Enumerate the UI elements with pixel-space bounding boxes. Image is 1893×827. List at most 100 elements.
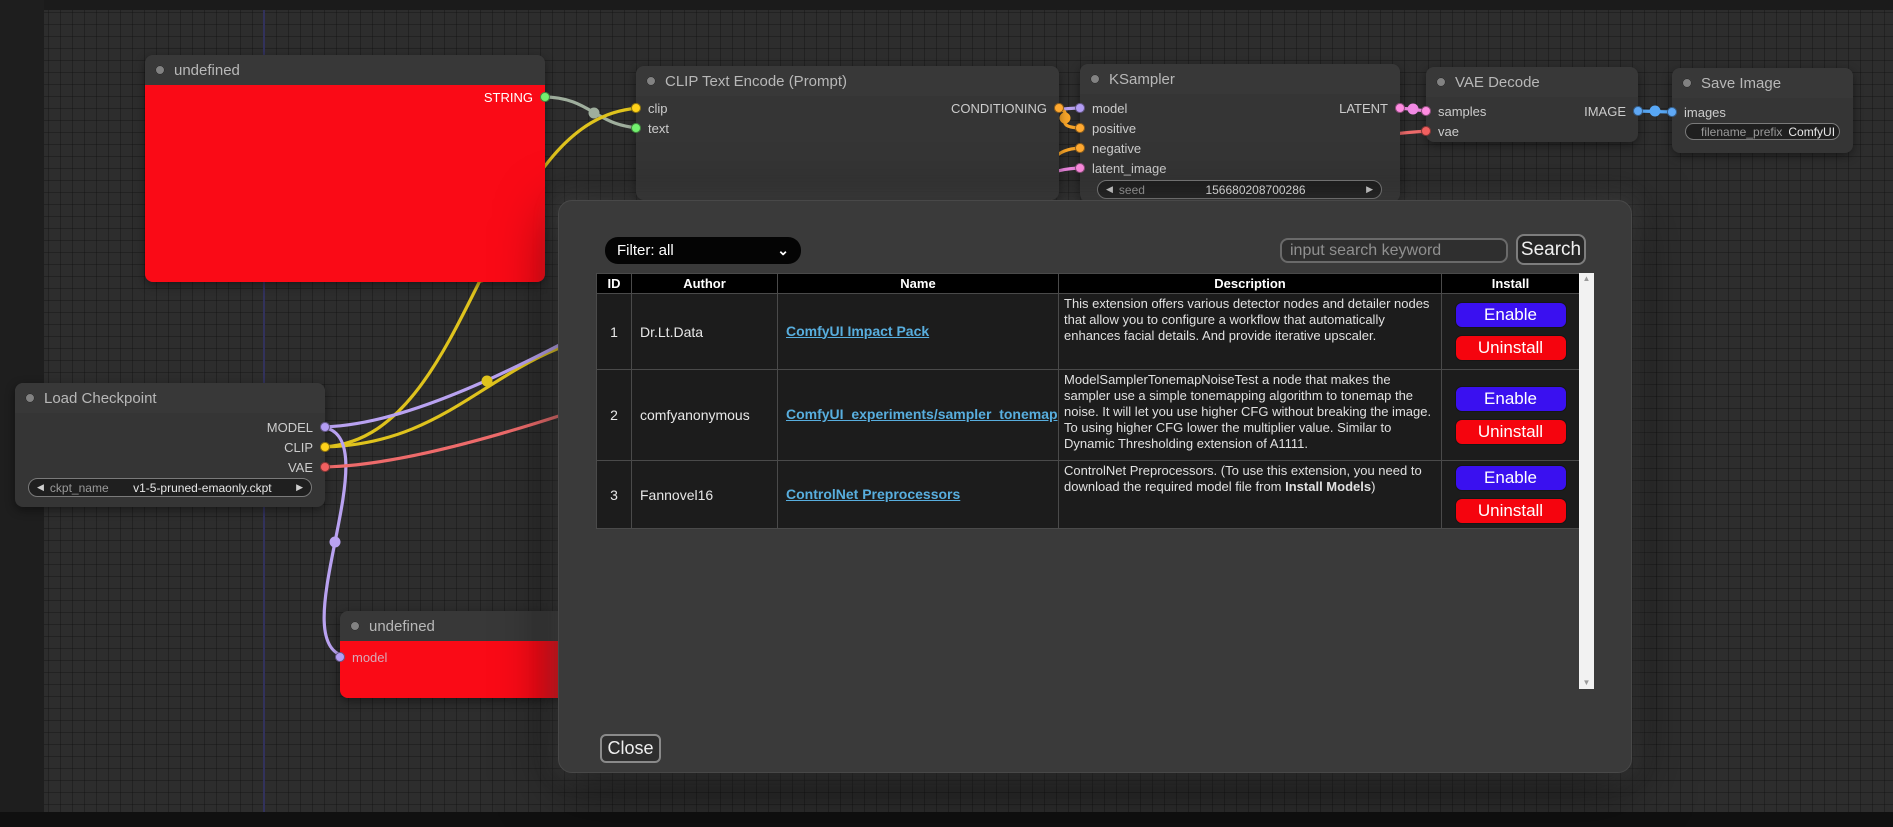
- collapse-dot-icon[interactable]: [1682, 78, 1692, 88]
- install-models-bold: Install Models: [1285, 479, 1371, 494]
- images-port-icon[interactable]: [1667, 107, 1677, 117]
- input-port-negative[interactable]: negative: [1075, 138, 1141, 158]
- collapse-dot-icon[interactable]: [646, 76, 656, 86]
- vae-port-icon[interactable]: [320, 462, 330, 472]
- samples-port-icon[interactable]: [1421, 106, 1431, 116]
- model-port-icon[interactable]: [335, 652, 345, 662]
- scroll-down-icon[interactable]: ▼: [1583, 679, 1591, 687]
- ext-description: ModelSamplerTonemapNoiseTest a node that…: [1059, 370, 1442, 461]
- col-header-install: Install: [1442, 274, 1580, 294]
- node-save-image[interactable]: Save Image images filename_prefix ComfyU…: [1672, 68, 1853, 153]
- collapse-dot-icon[interactable]: [25, 393, 35, 403]
- col-header-id: ID: [597, 274, 632, 294]
- enable-button[interactable]: Enable: [1455, 465, 1567, 491]
- chevron-down-icon: ⌄: [777, 246, 789, 254]
- search-input[interactable]: [1280, 238, 1508, 263]
- enable-button[interactable]: Enable: [1455, 302, 1567, 328]
- input-port-text[interactable]: text: [631, 118, 669, 138]
- output-port-conditioning[interactable]: CONDITIONING: [951, 98, 1064, 118]
- col-header-name: Name: [778, 274, 1059, 294]
- input-port-positive[interactable]: positive: [1075, 118, 1136, 138]
- input-port-model[interactable]: model: [335, 647, 387, 667]
- node-title: KSampler: [1109, 71, 1175, 88]
- prev-arrow-icon[interactable]: ◀: [37, 483, 44, 492]
- ext-author: Dr.Lt.Data: [632, 294, 778, 370]
- output-port-latent[interactable]: LATENT: [1339, 98, 1405, 118]
- filename-prefix-widget[interactable]: filename_prefix ComfyUI: [1685, 123, 1840, 140]
- text-port-icon[interactable]: [631, 123, 641, 133]
- uninstall-button[interactable]: Uninstall: [1455, 419, 1567, 445]
- clip-port-icon[interactable]: [320, 442, 330, 452]
- decrement-arrow-icon[interactable]: ◀: [1106, 185, 1113, 194]
- filter-select-value: Filter: all: [617, 242, 674, 259]
- table-row: 3 Fannovel16 ControlNet Preprocessors Co…: [597, 461, 1580, 529]
- positive-port-icon[interactable]: [1075, 123, 1085, 133]
- comfyui-app: undefined STRING CLIP Text Encode (Promp…: [0, 0, 1893, 827]
- extensions-table: ID Author Name Description Install 1 Dr.…: [596, 273, 1580, 529]
- node-title: CLIP Text Encode (Prompt): [665, 73, 847, 90]
- input-port-images[interactable]: images: [1667, 102, 1726, 122]
- input-port-model[interactable]: model: [1075, 98, 1127, 118]
- close-button[interactable]: Close: [600, 734, 661, 763]
- ext-id: 3: [597, 461, 632, 529]
- vae-port-icon[interactable]: [1421, 126, 1431, 136]
- clip-port-icon[interactable]: [631, 103, 641, 113]
- string-port-icon[interactable]: [540, 92, 550, 102]
- increment-arrow-icon[interactable]: ▶: [1366, 185, 1373, 194]
- node-title: undefined: [174, 62, 240, 79]
- output-port-vae[interactable]: VAE: [288, 457, 330, 477]
- latent-port-icon[interactable]: [1395, 103, 1405, 113]
- latent-port-icon[interactable]: [1075, 163, 1085, 173]
- node-title: Save Image: [1701, 75, 1781, 92]
- col-header-author: Author: [632, 274, 778, 294]
- node-clip-text-encode[interactable]: CLIP Text Encode (Prompt) clip text COND…: [636, 66, 1059, 200]
- ext-description: ControlNet Preprocessors. (To use this e…: [1059, 461, 1442, 529]
- collapse-dot-icon[interactable]: [1090, 74, 1100, 84]
- ext-name-link[interactable]: ComfyUI Impact Pack: [786, 323, 929, 339]
- output-port-clip[interactable]: CLIP: [284, 437, 330, 457]
- scroll-up-icon[interactable]: ▲: [1583, 275, 1591, 283]
- search-button[interactable]: Search: [1516, 234, 1586, 265]
- output-port-string[interactable]: STRING: [484, 87, 550, 107]
- uninstall-button[interactable]: Uninstall: [1455, 498, 1567, 524]
- canvas-top-boundary: [0, 0, 1893, 10]
- node-title: undefined: [369, 618, 435, 635]
- negative-port-icon[interactable]: [1075, 143, 1085, 153]
- custom-nodes-manager-dialog: Filter: all ⌄ Search ID Author Name Desc…: [558, 200, 1632, 773]
- node-ksampler[interactable]: KSampler model positive negative latent_…: [1080, 64, 1400, 202]
- table-row: 2 comfyanonymous ComfyUI_experiments/sam…: [597, 370, 1580, 461]
- node-vae-decode[interactable]: VAE Decode samples vae IMAGE: [1426, 67, 1638, 142]
- output-port-image[interactable]: IMAGE: [1584, 101, 1643, 121]
- collapse-dot-icon[interactable]: [350, 621, 360, 631]
- node-undefined-string[interactable]: undefined STRING: [145, 55, 545, 282]
- enable-button[interactable]: Enable: [1455, 386, 1567, 412]
- node-load-checkpoint[interactable]: Load Checkpoint MODEL CLIP VAE ◀ ckpt_na…: [15, 383, 325, 507]
- input-port-samples[interactable]: samples: [1421, 101, 1486, 121]
- model-port-icon[interactable]: [320, 422, 330, 432]
- filter-select[interactable]: Filter: all ⌄: [605, 237, 801, 264]
- node-title: Load Checkpoint: [44, 390, 157, 407]
- image-port-icon[interactable]: [1633, 106, 1643, 116]
- output-port-model[interactable]: MODEL: [267, 417, 330, 437]
- input-port-latent-image[interactable]: latent_image: [1075, 158, 1166, 178]
- model-port-icon[interactable]: [1075, 103, 1085, 113]
- input-port-vae[interactable]: vae: [1421, 121, 1459, 141]
- input-port-clip[interactable]: clip: [631, 98, 668, 118]
- table-scrollbar[interactable]: ▲ ▼: [1579, 273, 1594, 689]
- collapse-dot-icon[interactable]: [155, 65, 165, 75]
- collapse-dot-icon[interactable]: [1436, 77, 1446, 87]
- table-row: 1 Dr.Lt.Data ComfyUI Impact Pack This ex…: [597, 294, 1580, 370]
- seed-widget[interactable]: ◀ seed 156680208700286 ▶: [1097, 180, 1382, 199]
- ckpt-name-widget[interactable]: ◀ ckpt_name v1-5-pruned-emaonly.ckpt ▶: [28, 478, 312, 497]
- ext-name-link[interactable]: ComfyUI_experiments/sampler_tonemap: [786, 406, 1058, 422]
- ext-description: This extension offers various detector n…: [1059, 294, 1442, 370]
- ext-id: 1: [597, 294, 632, 370]
- col-header-description: Description: [1059, 274, 1442, 294]
- next-arrow-icon[interactable]: ▶: [296, 483, 303, 492]
- conditioning-port-icon[interactable]: [1054, 103, 1064, 113]
- node-title: VAE Decode: [1455, 74, 1540, 91]
- uninstall-button[interactable]: Uninstall: [1455, 335, 1567, 361]
- node-error-body: [145, 85, 545, 282]
- ext-name-link[interactable]: ControlNet Preprocessors: [786, 486, 960, 502]
- ext-author: comfyanonymous: [632, 370, 778, 461]
